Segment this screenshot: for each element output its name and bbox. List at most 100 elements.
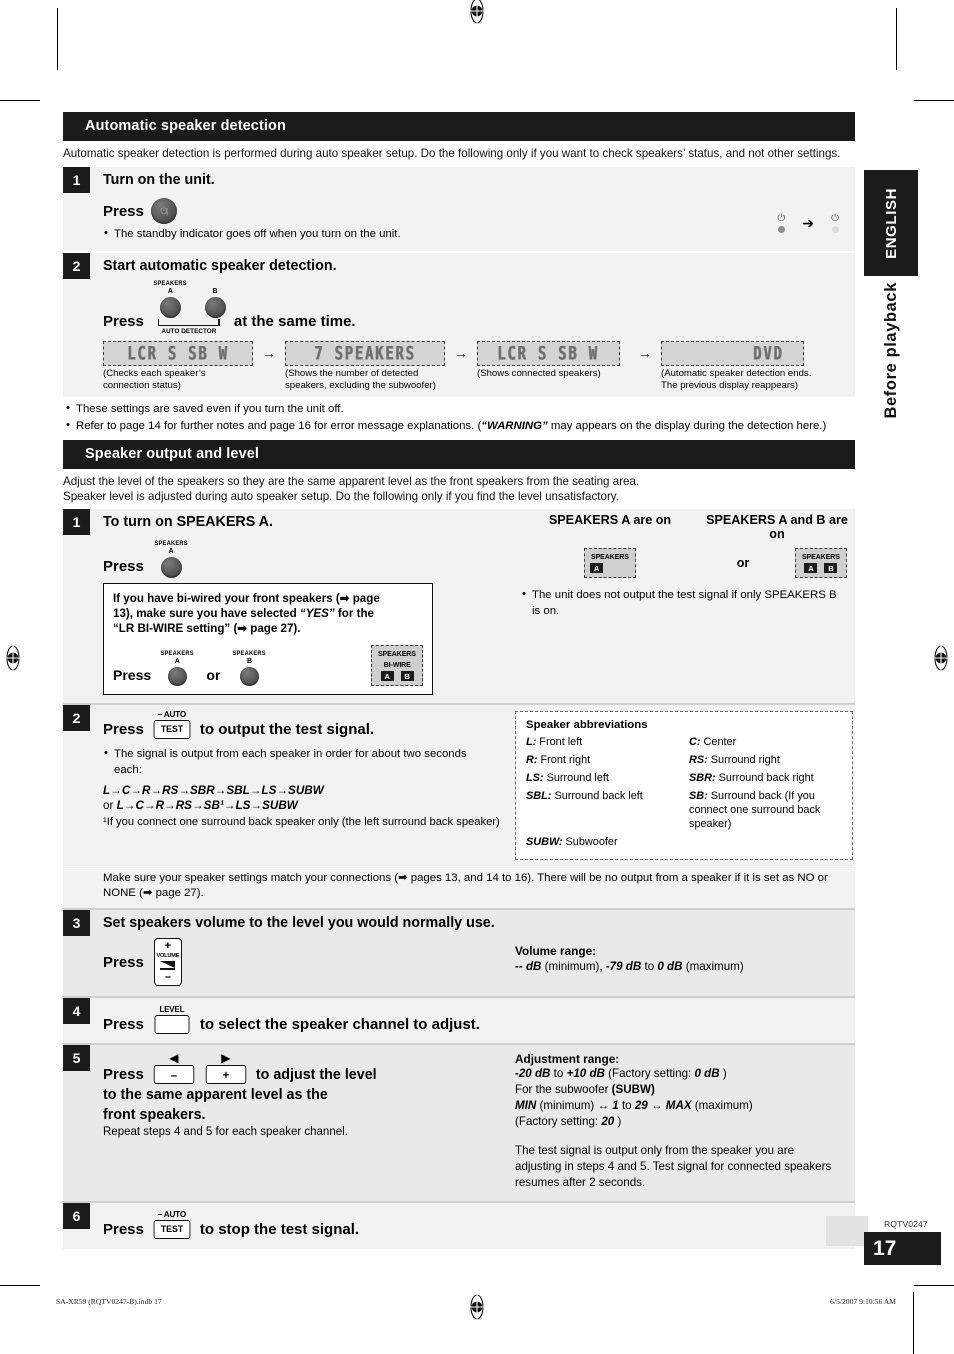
abbr-value: Front right [537,754,591,767]
abbreviation-item: SBR: Surround back right [689,772,842,786]
crop-mark-right-lower [914,1285,954,1286]
press-label: Press [103,1220,144,1238]
callout-text: for the [334,606,374,620]
test-button-icon[interactable]: TEST [153,720,191,740]
range-text: (Factory setting: [515,1115,602,1129]
range-text: (minimum), [541,960,606,974]
volume-rocker-icon[interactable]: + VOLUME – [153,938,182,987]
sequence-arrow-icon: → [262,344,276,361]
plus-button-icon[interactable]: + [205,1065,247,1085]
abbr-value: Surround back left [551,789,643,802]
volume-plus: + [164,940,172,953]
abbr-value: Surround right [707,754,780,767]
volume-range-value: -- dB (minimum), -79 dB to 0 dB (maximum… [515,960,847,973]
volume-range-heading: Volume range: [515,944,597,959]
speaker-order-line2: or L→C→R→RS→SB¹→LS→SUBW [103,798,501,813]
minus-button-icon[interactable]: – [153,1065,195,1085]
knob-letter: B [247,658,253,666]
order-prefix: or [103,799,117,813]
range-min: -- dB [515,960,542,974]
knob-a-letter: A [167,287,173,295]
lcd-text: LCR S SB W [497,342,600,365]
power-button-icon[interactable] [150,198,177,225]
abbr-value: Surround back (If you connect one surrou… [689,789,821,830]
speakers-a-indicator-panel: SPEAKERS A [584,548,636,579]
callout-or-label: or [206,667,221,684]
step-set-volume: 3 Set speakers volume to the level you w… [63,910,855,997]
speakers-a-button-icon[interactable] [167,667,187,687]
abbr-key: SBL: [526,789,552,802]
test-button-caption: – AUTO [157,1209,187,1219]
note-suffix: may appears on the display during the de… [547,419,827,432]
order-footnote: ¹If you connect one surround back speake… [103,815,500,828]
callout-line: “LR BI-WIRE setting” (➡ page 27). [113,622,301,635]
range-text: to [618,1099,635,1113]
auto-detector-bracket-icon [152,318,226,328]
language-tab-label: ENGLISH [882,187,900,259]
crop-mark-right-upper [914,100,954,101]
press-label: Press [103,557,144,575]
callout-text: 13), make sure you have selected [113,606,300,620]
range-text: ↔ [647,1099,666,1113]
speakers-ab-on-label: SPEAKERS A and B are on [706,513,848,542]
indicator-a: A [804,563,818,574]
level-button-icon[interactable] [154,1015,190,1035]
lcd-text: LCR S SB W [127,342,229,365]
speakers-b-button-icon[interactable] [240,667,260,687]
range-text: ) [614,1115,622,1129]
press-suffix: to output the test signal. [199,721,375,739]
knob-letter: A [168,547,174,555]
display-step: LCR S SB W (Shows connected speakers) [477,340,629,380]
power-symbol-icon: ⏻ [831,213,839,225]
press-suffix: at the same time. [233,312,356,330]
registration-target-right-icon [928,645,954,671]
lcd-panel: DVD [661,340,804,366]
indicator-a: A [590,563,604,574]
section-heading-speaker-output-level: Speaker output and level [63,439,855,469]
press-suffix: to select the speaker channel to adjust. [199,1016,480,1034]
abbr-key: R: [526,754,538,767]
speakers-ab-indicator-panel: SPEAKERS A B [795,548,847,579]
auto-detector-label: AUTO DETECTOR [161,327,217,335]
step-title: To turn on SPEAKERS A. [103,514,273,531]
speakers-b-button-icon[interactable] [204,296,226,318]
section1-intro: Automatic speaker detection is performed… [63,146,841,160]
speakers-a-button-icon[interactable] [159,296,181,318]
sequence-arrow-icon: → [638,344,652,361]
page-number: 17 [864,1232,941,1265]
abbr-value: Surround left [543,771,609,784]
section2-intro: Adjust the level of the speakers so they… [63,474,855,505]
step-number: 5 [63,1045,90,1072]
document-code: RQTV0247 [884,1219,928,1229]
test-button-icon[interactable]: TEST [153,1219,191,1239]
intro-line: Speaker level is adjusted during auto sp… [63,490,619,504]
speakers-a-on-label: SPEAKERS A are on [548,513,672,528]
indicator-title: SPEAKERS [802,552,840,562]
lcd-panel: 7 SPEAKERS [285,340,445,366]
test-button-caption: – AUTO [157,710,187,720]
volume-wedge-icon [160,961,176,971]
press-label: Press [103,1016,144,1034]
section-heading-automatic-speaker-detection: Automatic speaker detection [63,112,855,141]
step-number: 2 [63,705,90,732]
note-item: These settings are saved even if you tur… [65,401,855,417]
step-select-channel: 4 Press LEVEL to select the speaker chan… [63,998,855,1044]
step-stop-test-signal: 6 Press – AUTO TEST to stop the test sig… [63,1202,855,1249]
callout-line: 13), make sure you have selected “YES” f… [113,606,423,621]
abbreviation-item: RS: Surround right [689,754,842,768]
subwoofer-range-values: MIN (minimum) ↔ 1 to 29 ↔ MAX (maximum) [515,1098,841,1114]
section1-notes: These settings are saved even if you tur… [63,397,855,440]
range-max: 0 dB [657,960,683,974]
lcd-panel: LCR S SB W [103,340,253,366]
intro-line: Adjust the level of the speakers so they… [63,474,640,488]
crop-mark-top-right [896,8,897,70]
speaker-abbreviations-box: Speaker abbreviations L: Front left C: C… [515,711,853,860]
knob-b-letter: B [212,287,218,295]
step-turn-on-unit: 1 Turn on the unit. Press The standby in… [63,167,855,251]
speakers-a-button-icon[interactable] [160,556,182,578]
abbr-key: SB: [689,789,708,802]
bi-wire-indicator-panel: SPEAKERS BI-WIRE A B [371,645,423,687]
abbreviation-item: R: Front right [526,754,679,768]
range-text: to [641,960,658,974]
crop-mark-top-left [57,8,58,70]
